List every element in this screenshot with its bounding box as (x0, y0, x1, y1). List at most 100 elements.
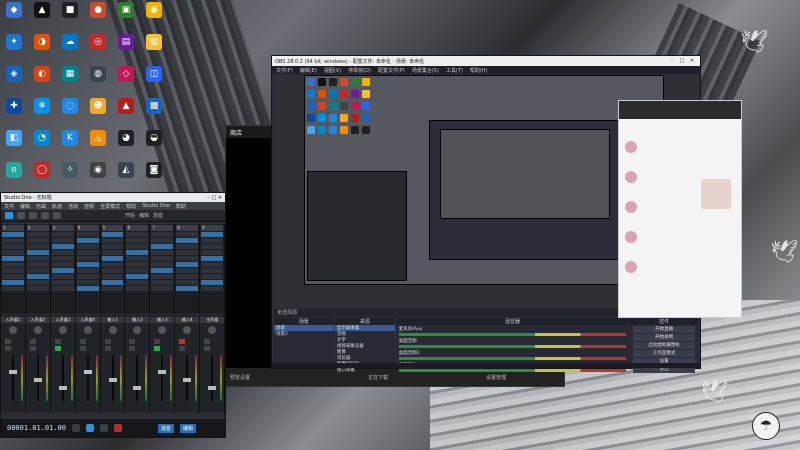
obs-menu-item[interactable]: 编辑(E) (300, 67, 317, 74)
volume-fader[interactable] (161, 355, 164, 401)
studio-menu-item[interactable]: 音频 (84, 203, 94, 210)
fader-cap[interactable] (158, 370, 167, 374)
track-event[interactable] (2, 238, 24, 243)
track-column[interactable]: 9 (200, 224, 226, 314)
store-label[interactable]: 预览设置 (230, 374, 250, 381)
track-event[interactable] (176, 256, 199, 261)
track-event[interactable] (201, 274, 224, 279)
maximize-icon[interactable]: □ (677, 58, 687, 64)
track-event[interactable] (26, 262, 49, 267)
track-event[interactable] (126, 268, 149, 273)
track-event[interactable] (126, 262, 149, 267)
studio-one-window[interactable]: Studio One - 无标题 – □ ✕ 文件 编辑 乐曲 轨道 活动 音频 全屏模式帮… (0, 192, 226, 438)
track-event[interactable] (2, 244, 24, 249)
track-event[interactable] (151, 262, 174, 267)
track-event[interactable] (2, 274, 24, 279)
track-event[interactable] (76, 238, 99, 243)
desktop-icon[interactable]: ✦ (2, 34, 26, 66)
track-event[interactable] (26, 268, 49, 273)
pan-knob[interactable] (158, 326, 167, 334)
fader-cap[interactable] (208, 386, 217, 390)
arrow-tool-button[interactable] (5, 212, 13, 219)
desktop-icon[interactable]: ▦ (58, 66, 82, 98)
track-event[interactable] (101, 280, 124, 285)
desktop-icon[interactable]: ▲ (114, 98, 138, 130)
desktop-icon[interactable]: ▥ (142, 34, 166, 66)
desktop-icon[interactable]: ◆ (2, 2, 26, 34)
track-event[interactable] (26, 232, 49, 237)
track-event[interactable] (151, 244, 174, 249)
track-event[interactable] (2, 232, 24, 237)
track-event[interactable] (51, 244, 74, 249)
track-column[interactable]: 8 (175, 224, 201, 314)
paint-tool-button[interactable] (53, 212, 61, 219)
track-event[interactable] (176, 280, 199, 285)
desktop-icon[interactable]: ▩ (142, 98, 166, 130)
track-event[interactable] (151, 280, 174, 285)
mute-button[interactable] (104, 339, 111, 344)
track-event[interactable] (126, 274, 149, 279)
track-event[interactable] (76, 262, 99, 267)
desktop-icon[interactable]: ◎ (86, 34, 110, 66)
studio-menu-item[interactable]: 帮助 (176, 203, 186, 210)
track-event[interactable] (26, 250, 49, 255)
close-icon[interactable]: ✕ (687, 58, 697, 64)
obs-menu-item[interactable]: 帮助(H) (470, 67, 488, 74)
desktop-icon[interactable]: ✧ (58, 162, 82, 194)
desktop-icon[interactable]: ▣ (114, 2, 138, 34)
track-event[interactable] (2, 256, 24, 261)
pan-knob[interactable] (83, 326, 92, 334)
desktop-icon[interactable]: ◍ (86, 66, 110, 98)
track-event[interactable] (176, 250, 199, 255)
track-event[interactable] (101, 286, 124, 291)
control-button[interactable]: 启动虚拟摄像机 (633, 342, 696, 349)
track-event[interactable] (201, 244, 224, 249)
avatar[interactable] (625, 201, 637, 213)
desktop-icon[interactable]: ◭ (114, 162, 138, 194)
range-tool-button[interactable] (17, 212, 25, 219)
desktop-icon[interactable]: ☁ (58, 34, 82, 66)
desktop-icon[interactable]: ◉ (86, 162, 110, 194)
track-event[interactable] (2, 286, 24, 291)
studio-menu-item[interactable]: 活动 (68, 203, 78, 210)
close-icon[interactable]: ✕ (218, 195, 222, 201)
eraser-tool-button[interactable] (41, 212, 49, 219)
solo-button[interactable] (79, 346, 86, 351)
desktop-icon[interactable]: ● (86, 2, 110, 34)
control-button[interactable]: 开始录制 (633, 334, 696, 341)
track-event[interactable] (176, 262, 199, 267)
track-event[interactable] (176, 268, 199, 273)
track-event[interactable] (201, 268, 224, 273)
desktop-icon[interactable]: ◧ (2, 130, 26, 162)
mute-button[interactable] (54, 339, 61, 344)
track-event[interactable] (26, 244, 49, 249)
studio-menu-item[interactable]: 乐曲 (36, 203, 46, 210)
track-event[interactable] (76, 232, 99, 237)
studio-menu-item[interactable]: 全屏模式 (100, 203, 120, 210)
pan-knob[interactable] (58, 326, 67, 334)
volume-fader[interactable] (136, 355, 139, 401)
track-event[interactable] (151, 268, 174, 273)
track-event[interactable] (201, 256, 224, 261)
obs-menu-item[interactable]: 文件(F) (276, 67, 293, 74)
store-label[interactable]: 正在下载 (368, 374, 388, 381)
obs-menu-item[interactable]: 工具(T) (446, 67, 463, 74)
desktop-icon[interactable]: ▤ (114, 34, 138, 66)
solo-button[interactable] (54, 346, 61, 351)
track-column[interactable]: 3 (51, 224, 76, 314)
volume-fader[interactable] (211, 355, 214, 401)
edit-button[interactable]: 编辑 (180, 423, 197, 433)
desktop-icon[interactable]: ◬ (86, 130, 110, 162)
track-event[interactable] (51, 238, 74, 243)
toolbar-label-start[interactable]: 开始 (125, 212, 135, 219)
track-event[interactable] (201, 286, 224, 291)
studio-menu-item[interactable]: 文件 (4, 203, 14, 210)
track-event[interactable] (76, 274, 99, 279)
play-button[interactable] (86, 424, 95, 432)
track-event[interactable] (51, 256, 74, 261)
studio-menu-item[interactable]: 帮助 (126, 203, 136, 210)
track-event[interactable] (126, 238, 149, 243)
avatar[interactable] (625, 231, 637, 243)
studio-menu-item[interactable]: Studio One (142, 203, 170, 209)
track-event[interactable] (201, 262, 224, 267)
